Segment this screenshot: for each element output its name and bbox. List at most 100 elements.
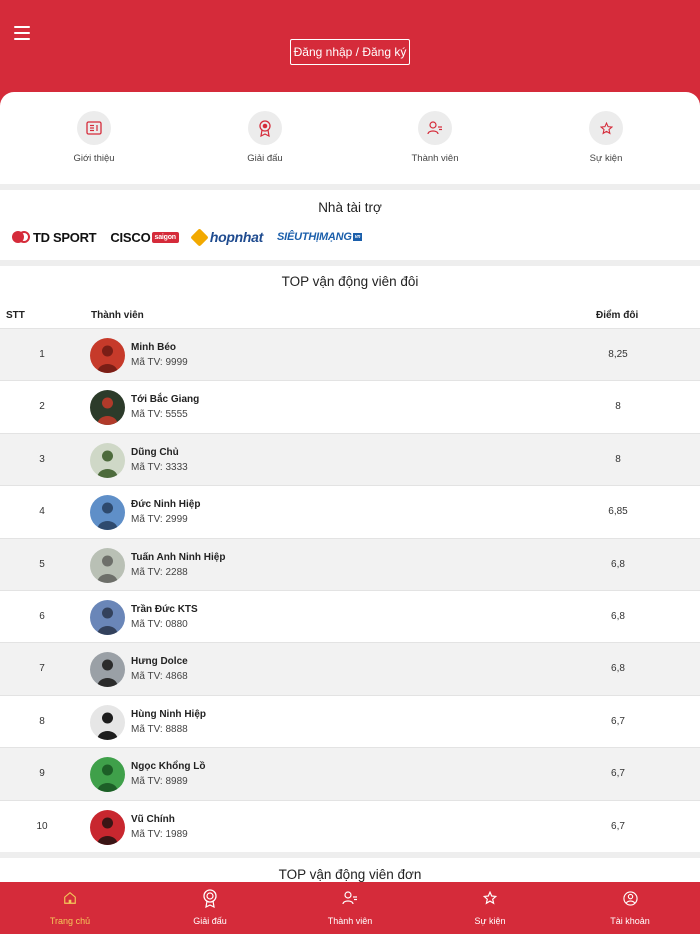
- ranking-row[interactable]: 6 Trần Đức KTS Mã TV: 0880 6,8: [0, 589, 700, 642]
- ranking-row[interactable]: 9 Ngọc Khổng Lồ Mã TV: 8989 6,7: [0, 747, 700, 800]
- row-score: 6,7: [611, 715, 625, 727]
- login-register-button[interactable]: Đăng nhập / Đăng ký: [290, 39, 410, 65]
- medal-icon: [248, 111, 282, 145]
- nav-label: Giải đấu: [193, 916, 227, 926]
- member-code: Mã TV: 1989: [131, 828, 188, 840]
- cisco-saigon-logo[interactable]: CISCO saigon: [110, 230, 179, 245]
- row-score: 8: [615, 453, 621, 465]
- member-name[interactable]: Ngọc Khổng Lồ: [131, 761, 205, 772]
- doubles-ranking-section: TOP vận động viên đôi STT Thành viên Điể…: [0, 266, 700, 852]
- hamburger-menu-icon[interactable]: [14, 26, 30, 40]
- category-members[interactable]: Thành viên: [385, 111, 485, 164]
- singles-ranking-title: TOP vận động viên đơn: [278, 867, 422, 882]
- nav-label: Thành viên: [327, 916, 373, 926]
- member-code: Mã TV: 9999: [131, 357, 188, 368]
- member-name[interactable]: Trần Đức KTS: [131, 604, 198, 615]
- ranking-row[interactable]: 1 Minh Béo Mã TV: 9999 8,25: [0, 328, 700, 381]
- row-score: 8: [615, 401, 621, 413]
- category-label: Thành viên: [411, 153, 459, 164]
- nav-label: Sự kiện: [474, 916, 506, 926]
- member-name[interactable]: Tới Bắc Giang: [131, 394, 199, 405]
- ranking-row[interactable]: 10 Vũ Chính Mã TV: 1989 6,7: [0, 799, 700, 852]
- avatar[interactable]: [90, 652, 125, 688]
- hopnhat-logo[interactable]: hopnhat: [190, 227, 263, 247]
- member-name[interactable]: Đức Ninh Hiệp: [131, 499, 200, 510]
- member-name[interactable]: Dũng Chủ: [131, 447, 179, 458]
- row-rank: 10: [36, 820, 48, 832]
- members-icon: [418, 111, 452, 145]
- star-icon: [440, 889, 540, 907]
- row-score: 6,8: [611, 610, 625, 622]
- member-code: Mã TV: 2288: [131, 566, 188, 578]
- category-tournaments[interactable]: Giải đấu: [215, 111, 315, 164]
- member-code: Mã TV: 0880: [131, 618, 188, 630]
- newspaper-icon: [77, 111, 111, 145]
- row-score: 6,85: [608, 506, 628, 518]
- category-events[interactable]: Sự kiện: [556, 111, 656, 164]
- avatar[interactable]: [90, 442, 125, 478]
- avatar[interactable]: [90, 495, 125, 531]
- avatar[interactable]: [90, 390, 125, 426]
- category-label: Giải đấu: [247, 153, 283, 164]
- sponsors-title: Nhà tài trợ: [318, 200, 382, 215]
- member-code: Mã TV: 2999: [131, 514, 188, 526]
- category-intro[interactable]: Giới thiệu: [44, 111, 144, 164]
- row-score: 6,7: [611, 768, 625, 780]
- row-rank: 7: [39, 663, 45, 675]
- sponsors-section: Nhà tài trợ TD SPORT CISCO saigon hopnhat…: [0, 190, 700, 260]
- avatar[interactable]: [90, 704, 125, 740]
- row-rank: 9: [39, 768, 45, 780]
- avatar[interactable]: [90, 547, 125, 583]
- member-name[interactable]: Hùng Ninh Hiệp: [131, 709, 206, 720]
- star-icon: [589, 111, 623, 145]
- avatar[interactable]: [90, 338, 125, 373]
- medal-icon: [160, 888, 260, 908]
- row-rank: 1: [39, 349, 45, 360]
- bottom-navigation: Trang chủ Giải đấu Thành viên Sự kiện Tà…: [0, 882, 700, 934]
- ranking-row[interactable]: 2 Tới Bắc Giang Mã TV: 5555 8: [0, 380, 700, 432]
- sponsor-logos: TD SPORT CISCO saigon hopnhat SIÊUTHỊMẠNG…: [12, 227, 376, 247]
- ranking-row[interactable]: 5 Tuấn Anh Ninh Hiệp Mã TV: 2288 6,8: [0, 537, 700, 590]
- row-rank: 4: [39, 506, 45, 518]
- category-label: Giới thiệu: [73, 153, 115, 164]
- nav-account[interactable]: Tài khoản: [580, 889, 680, 926]
- nav-label: Trang chủ: [49, 916, 91, 926]
- avatar[interactable]: [90, 757, 125, 793]
- row-rank: 6: [39, 610, 45, 622]
- ranking-row[interactable]: 7 Hưng Dolce Mã TV: 4868 6,8: [0, 642, 700, 695]
- ranking-row[interactable]: 8 Hùng Ninh Hiệp Mã TV: 8888 6,7: [0, 694, 700, 747]
- nav-label: Tài khoản: [610, 916, 650, 926]
- category-label: Sự kiện: [589, 153, 623, 164]
- nav-events[interactable]: Sự kiện: [440, 889, 540, 926]
- home-icon: [20, 889, 120, 907]
- avatar[interactable]: [90, 809, 125, 845]
- sieuthimang-logo[interactable]: SIÊUTHỊMẠNG vn: [277, 231, 363, 243]
- member-name[interactable]: Tuấn Anh Ninh Hiệp: [131, 552, 225, 563]
- members-icon: [300, 889, 400, 907]
- nav-tournaments[interactable]: Giải đấu: [160, 888, 260, 926]
- row-score: 6,8: [611, 558, 625, 570]
- member-code: Mã TV: 4868: [131, 671, 188, 683]
- ranking-row[interactable]: 4 Đức Ninh Hiệp Mã TV: 2999 6,85: [0, 485, 700, 537]
- td-sport-logo[interactable]: TD SPORT: [12, 230, 97, 245]
- nav-members[interactable]: Thành viên: [300, 889, 400, 926]
- ranking-row[interactable]: 3 Dũng Chủ Mã TV: 3333 8: [0, 432, 700, 486]
- row-rank: 3: [39, 453, 45, 465]
- member-code: Mã TV: 8888: [131, 723, 188, 735]
- row-rank: 5: [39, 558, 45, 570]
- member-code: Mã TV: 5555: [131, 409, 188, 421]
- category-shortcuts: Giới thiệu Giải đấu Thành viên Sự kiện: [0, 92, 700, 184]
- member-code: Mã TV: 8989: [131, 776, 188, 788]
- row-rank: 2: [39, 401, 45, 413]
- row-rank: 8: [39, 715, 45, 727]
- account-icon: [580, 889, 680, 907]
- member-name[interactable]: Hưng Dolce: [131, 656, 188, 667]
- row-score: 8,25: [608, 349, 628, 360]
- ranking-title: TOP vận động viên đôi: [281, 274, 419, 289]
- ranking-table-header: STT Thành viên Điểm đôi: [0, 306, 700, 328]
- nav-home[interactable]: Trang chủ: [20, 889, 120, 926]
- member-name[interactable]: Vũ Chính: [131, 814, 175, 825]
- member-name[interactable]: Minh Béo: [131, 342, 176, 353]
- member-code: Mã TV: 3333: [131, 461, 188, 473]
- avatar[interactable]: [90, 599, 125, 635]
